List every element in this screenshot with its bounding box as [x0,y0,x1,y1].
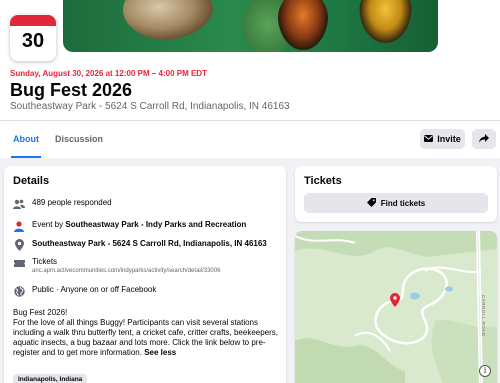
tag-icon [366,197,376,209]
share-button[interactable] [472,129,496,149]
event-by-text: Event by Southeastway Park - Indy Parks … [32,220,246,230]
tab-about[interactable]: About [11,128,41,158]
date-tile-band [10,15,56,26]
description-title: Bug Fest 2026! [13,308,68,317]
see-less-link[interactable]: See less [144,348,176,357]
map-canvas [295,231,497,383]
invite-label: Invite [437,134,461,144]
cover-photo[interactable] [63,0,438,52]
moth-image [123,0,213,40]
event-datetime: Sunday, August 30, 2026 at 12:00 PM – 4:… [10,69,207,78]
date-day: 30 [21,30,45,52]
tickets-url[interactable]: anc.apm.activecommunities.com/indyparks/… [32,267,220,276]
event-location[interactable]: Southeastway Park - 5624 S Carroll Rd, I… [10,101,290,112]
find-tickets-label: Find tickets [380,198,426,208]
ticket-icon [13,257,25,269]
responded-count: 489 people responded [32,198,112,207]
tickets-row: Tickets anc.apm.activecommunities.com/in… [13,257,220,276]
location-pin-icon [13,239,25,251]
invite-button[interactable]: Invite [420,129,465,149]
event-description: Bug Fest 2026! For the love of all thing… [13,308,281,358]
address-row: Southeastway Park - 5624 S Carroll Rd, I… [13,239,267,251]
people-icon [13,198,25,210]
globe-icon [13,285,25,297]
responded-row: 489 people responded [13,198,112,210]
date-tile: 30 [10,15,56,61]
map-road-label: CARROLL ROAD [481,295,486,337]
map-info-icon[interactable]: i [479,365,491,377]
event-title: Bug Fest 2026 [10,80,133,100]
tab-discussion[interactable]: Discussion [53,128,105,158]
privacy-text: Public · Anyone on or off Facebook [32,285,157,294]
event-by-row: Event by Southeastway Park - Indy Parks … [13,220,246,232]
find-tickets-button[interactable]: Find tickets [304,193,488,213]
privacy-row: Public · Anyone on or off Facebook [13,285,156,297]
address-link[interactable]: Southeastway Park - 5624 S Carroll Rd, I… [32,239,267,249]
tickets-info: Tickets anc.apm.activecommunities.com/in… [32,257,220,276]
event-header: 30 Sunday, August 30, 2026 at 12:00 PM –… [0,0,500,158]
share-arrow-icon [479,130,489,148]
header-divider [0,120,500,121]
tickets-heading: Tickets [304,175,342,187]
cicada-image [278,0,328,50]
details-heading: Details [13,175,50,187]
event-by-host[interactable]: Southeastway Park - Indy Parks and Recre… [65,220,246,229]
details-card: Details 489 people responded Event by So… [4,166,286,383]
tickets-label: Tickets [32,257,58,266]
location-pill[interactable]: Indianapolis, Indiana [13,374,88,383]
envelope-icon [424,134,434,144]
event-by-prefix: Event by [32,220,66,229]
person-icon [13,220,25,232]
tickets-card: Tickets Find tickets [295,166,497,222]
map-card[interactable]: CARROLL ROAD i [295,231,497,383]
spider-image [358,0,413,45]
